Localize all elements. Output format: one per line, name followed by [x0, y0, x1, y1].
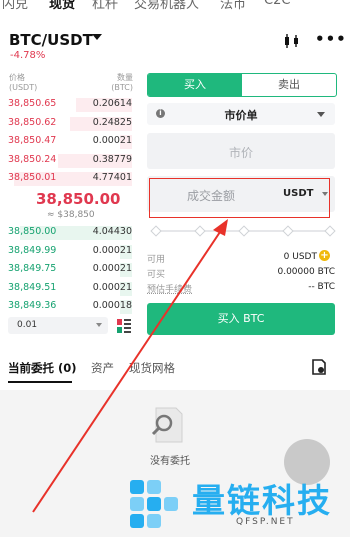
bid-row[interactable]: 38,849.51 0.00021: [8, 281, 132, 296]
candlestick-chart-icon[interactable]: [282, 34, 302, 48]
bid-qty: 0.00021: [92, 244, 132, 256]
bid-price: 38,850.00: [8, 226, 57, 237]
bid-qty: 4.04430: [92, 226, 132, 237]
tab-c2c[interactable]: C2C: [264, 0, 290, 8]
available-value: 0 USDT: [283, 252, 317, 262]
available-row: 可用 0 USDT: [147, 252, 335, 265]
tab-trading-bot[interactable]: 交易机器人: [134, 0, 199, 12]
precision-value: 0.01: [17, 320, 38, 330]
tab-flash-swap[interactable]: 闪兑: [2, 0, 28, 12]
chevron-down-icon: [96, 323, 102, 327]
ask-price: 38,850.24: [8, 153, 57, 165]
active-tab-indicator: [8, 381, 72, 383]
price-placeholder: 市价: [228, 146, 253, 160]
buy-btc-button[interactable]: 买入 BTC: [147, 303, 335, 335]
can-buy-value: 0.00000 BTC: [277, 267, 335, 277]
ask-qty: 0.20614: [92, 98, 132, 109]
empty-search-icon: [151, 407, 183, 443]
tab-assets[interactable]: 资产: [91, 360, 114, 376]
tab-fiat[interactable]: 法币: [220, 0, 246, 12]
amount-slider[interactable]: [150, 225, 336, 237]
slider-handle[interactable]: [150, 225, 162, 237]
ask-price: 38,850.47: [8, 135, 57, 146]
bid-price: 38,849.99: [8, 244, 57, 256]
buy-sell-toggle: 买入 卖出: [147, 73, 337, 97]
tab-open-orders[interactable]: 当前委托 (0): [8, 360, 77, 376]
watermark-logo: [130, 480, 178, 528]
bid-price: 38,849.75: [8, 263, 57, 274]
watermark-name: 量链科技: [192, 481, 332, 520]
can-buy-row: 可买 0.00000 BTC: [147, 267, 335, 280]
ask-row[interactable]: 38,850.01 4.77401: [8, 172, 132, 186]
highlight-box: [149, 178, 330, 218]
fee-label[interactable]: 预估手续费: [147, 282, 192, 295]
add-funds-icon[interactable]: +: [319, 250, 330, 261]
precision-select[interactable]: 0.01: [8, 317, 108, 334]
ask-price: 38,850.62: [8, 116, 57, 128]
orderbook-view-icon[interactable]: [117, 319, 131, 333]
last-price: 38,850.00: [36, 190, 121, 208]
bid-price: 38,849.36: [8, 300, 57, 311]
sell-tab[interactable]: 卖出: [242, 74, 336, 96]
ask-qty: 4.77401: [92, 172, 132, 183]
bid-row[interactable]: 38,849.99 0.00021: [8, 244, 132, 259]
tab-spot-grid[interactable]: 现货网格: [129, 360, 175, 376]
ask-price: 38,850.01: [8, 172, 57, 183]
bid-price: 38,849.51: [8, 281, 57, 293]
ask-row[interactable]: 38,850.65 0.20614: [8, 98, 132, 112]
ask-qty: 0.00021: [92, 135, 132, 146]
orderbook-price-header: 价格 (USDT): [9, 73, 38, 92]
fee-row: 预估手续费 -- BTC: [147, 282, 335, 295]
price-field: 市价: [147, 133, 335, 169]
empty-state-text: 没有委托: [150, 456, 190, 467]
ask-price: 38,850.65: [8, 98, 57, 109]
can-buy-label: 可买: [147, 270, 166, 280]
more-options-icon[interactable]: •••: [315, 30, 347, 48]
slider-mark[interactable]: [324, 225, 336, 237]
chevron-down-icon: [317, 112, 325, 117]
bid-row[interactable]: 38,850.00 4.04430: [8, 226, 132, 240]
price-change: -4.78%: [10, 50, 46, 61]
bid-row[interactable]: 38,849.36 0.00018: [8, 300, 132, 314]
slider-mark[interactable]: [282, 225, 294, 237]
bid-qty: 0.00021: [92, 263, 132, 274]
buy-tab[interactable]: 买入: [148, 74, 242, 96]
bid-qty: 0.00021: [92, 281, 132, 293]
order-type-label: 市价单: [224, 109, 258, 122]
order-history-icon[interactable]: [312, 359, 326, 375]
chevron-down-icon[interactable]: [92, 34, 102, 40]
ask-row[interactable]: 38,850.62 0.24825: [8, 116, 132, 131]
top-tab-bar: 闪兑 现货 杠杆 交易机器人 法币 C2C: [0, 0, 350, 14]
bid-qty: 0.00018: [92, 300, 132, 311]
slider-mark[interactable]: [194, 225, 206, 237]
watermark-url: QFSP.NET: [236, 517, 295, 527]
slider-mark[interactable]: [238, 225, 250, 237]
fee-value: -- BTC: [308, 282, 335, 292]
tab-spot[interactable]: 现货: [49, 0, 75, 12]
ask-row[interactable]: 38,850.47 0.00021: [8, 135, 132, 149]
bid-row[interactable]: 38,849.75 0.00021: [8, 263, 132, 277]
orderbook-qty-header: 数量 (BTC): [111, 73, 133, 92]
ask-qty: 0.38779: [92, 153, 132, 165]
pair-selector[interactable]: BTC/USDT: [9, 31, 93, 49]
ask-qty: 0.24825: [92, 116, 132, 128]
order-type-select[interactable]: i 市价单: [147, 103, 335, 125]
tab-margin[interactable]: 杠杆: [92, 0, 118, 12]
last-price-fiat: ≈ $38,850: [47, 210, 95, 220]
available-label: 可用: [147, 255, 166, 265]
ask-row[interactable]: 38,850.24 0.38779: [8, 153, 132, 168]
